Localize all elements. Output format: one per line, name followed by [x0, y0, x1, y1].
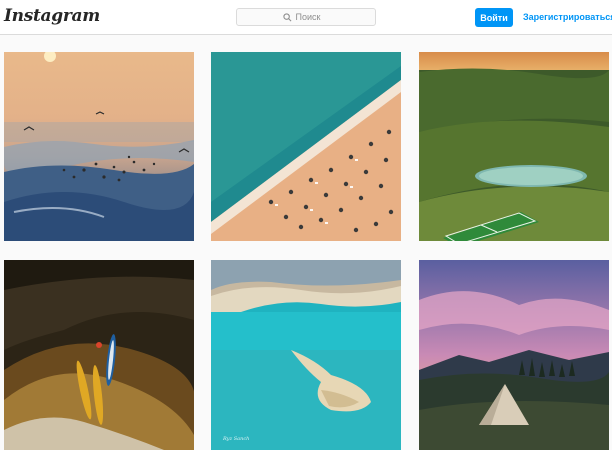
photo-watermark: Ryz Sanch — [222, 436, 249, 442]
mountain-tent-photo — [419, 260, 609, 450]
search-icon — [282, 12, 291, 21]
kayaks-photo — [4, 260, 194, 450]
post-tile-turquoise-lake[interactable]: Ryz Sanch — [211, 260, 401, 450]
search-input[interactable] — [295, 12, 330, 22]
post-tile-sunset-sea[interactable] — [4, 52, 194, 241]
post-tile-aerial-beach[interactable] — [211, 52, 401, 241]
turquoise-lake-photo: Ryz Sanch — [211, 260, 401, 450]
post-tile-football-field[interactable] — [419, 52, 609, 241]
top-navigation-bar: Instagram Войти Зарегистрироваться — [0, 0, 612, 35]
sunset-sea-photo — [4, 52, 194, 241]
instagram-logo[interactable]: Instagram — [4, 6, 100, 26]
aerial-beach-photo — [211, 52, 401, 241]
post-tile-mountain-tent[interactable] — [419, 260, 609, 450]
search-box[interactable] — [236, 8, 376, 26]
register-link[interactable]: Зарегистрироваться — [523, 12, 612, 22]
football-field-photo — [419, 52, 609, 241]
post-tile-kayaks[interactable] — [4, 260, 194, 450]
login-button[interactable]: Войти — [475, 8, 513, 27]
